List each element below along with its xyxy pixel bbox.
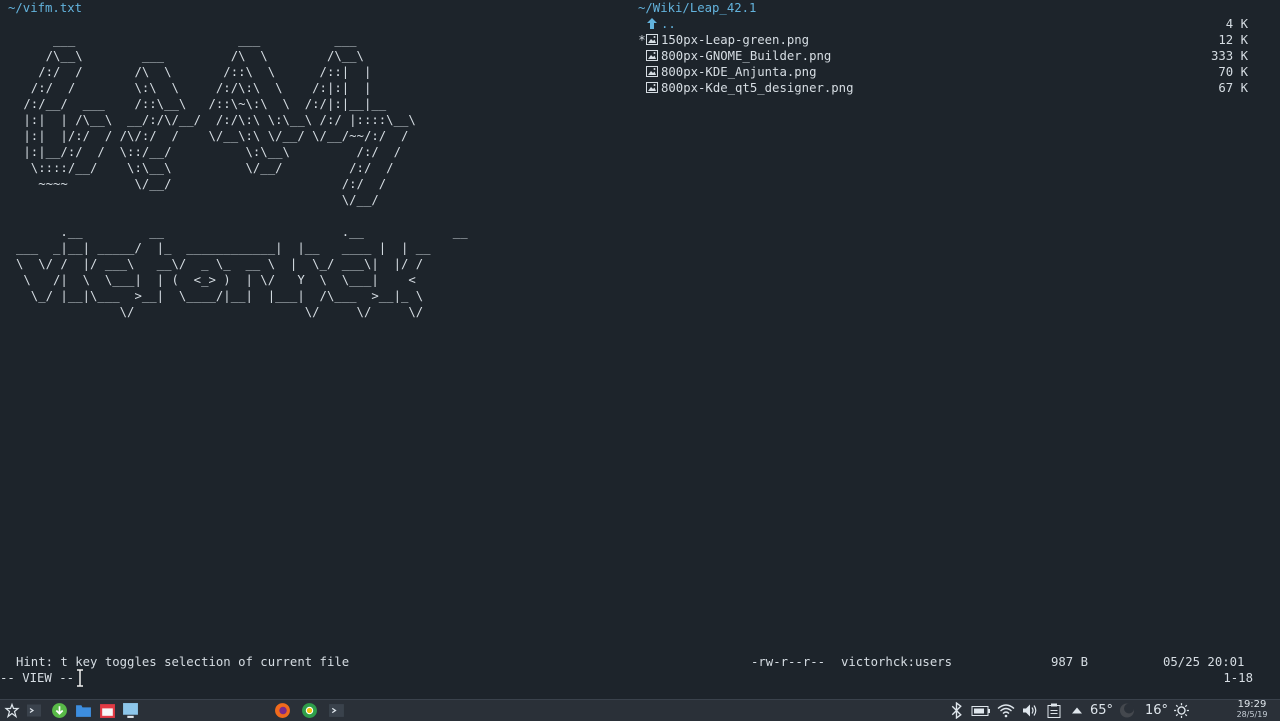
file-name: 800px-Kde_qt5_designer.png	[661, 81, 854, 95]
bluetooth-icon[interactable]	[950, 702, 963, 719]
terminal-task-icon[interactable]	[328, 702, 345, 719]
file-manager-icon[interactable]	[75, 702, 92, 719]
weather-moon-icon[interactable]	[1118, 702, 1136, 719]
calendar-icon[interactable]	[99, 702, 116, 719]
file-row[interactable]: 800px-KDE_Anjunta.png 70 K	[638, 64, 1248, 80]
status-bar: Hint: t key toggles selection of current…	[0, 654, 1280, 670]
file-row-parent[interactable]: .. 4 K	[638, 16, 1248, 32]
taskbar: 65° 16° 19:29 28/5/19	[0, 699, 1280, 721]
battery-icon[interactable]	[971, 702, 991, 719]
selection-mark: *	[638, 33, 646, 47]
file-row[interactable]: * 150px-Leap-green.png 12 K	[638, 32, 1248, 48]
hint-text: Hint: t key toggles selection of current…	[16, 655, 350, 669]
volume-icon[interactable]	[1021, 702, 1039, 719]
image-file-icon	[646, 34, 658, 45]
file-name: ..	[661, 17, 676, 31]
text-cursor-icon	[77, 669, 83, 687]
file-size: 70 K	[1218, 65, 1248, 79]
file-row[interactable]: 800px-GNOME_Builder.png 333 K	[638, 48, 1248, 64]
right-pane-path: ~/Wiki/Leap_42.1	[638, 1, 757, 15]
mode-indicator: -- VIEW --	[0, 671, 75, 685]
ascii-art-logo: ___ ___ ___ /\__\ ___ /\ \ /\__\ /:/ / /…	[23, 33, 416, 207]
file-size: 333 K	[1210, 49, 1248, 63]
clock-time: 19:29	[1237, 699, 1267, 710]
software-manager-icon[interactable]	[51, 702, 68, 719]
terminal-icon[interactable]	[26, 702, 42, 719]
file-name: 800px-KDE_Anjunta.png	[661, 65, 817, 79]
cpu-temperature: 65°	[1090, 703, 1114, 718]
file-size: 12 K	[1218, 33, 1248, 47]
weather-temperature: 16°	[1145, 703, 1169, 718]
image-file-icon	[646, 50, 658, 61]
image-file-icon	[646, 66, 658, 77]
chrome-icon[interactable]	[301, 702, 318, 719]
file-name: 800px-GNOME_Builder.png	[661, 49, 832, 63]
file-size-status: 987 B	[1051, 655, 1089, 669]
ascii-art-name: .__ __ .__ __ ___ _|__| _____/ |_ ______…	[16, 225, 468, 319]
up-arrow-icon	[647, 18, 657, 29]
file-name: 150px-Leap-green.png	[661, 33, 810, 47]
file-size: 4 K	[1225, 17, 1248, 31]
expand-tray-icon[interactable]	[1070, 702, 1084, 719]
file-permissions: -rw-r--r--	[751, 655, 826, 669]
image-file-icon	[646, 82, 658, 93]
left-pane-path: ~/vifm.txt	[8, 1, 83, 15]
file-date: 05/25 20:01	[1163, 655, 1245, 669]
brightness-icon[interactable]	[1173, 702, 1190, 719]
command-line[interactable]: -- VIEW -- 1-18	[0, 670, 1280, 686]
line-position: 1-18	[1223, 671, 1253, 685]
clock[interactable]: 19:29 28/5/19	[1232, 700, 1272, 720]
firefox-icon[interactable]	[274, 702, 291, 719]
file-owner: victorhck:users	[841, 655, 953, 669]
desktop-icon[interactable]	[122, 702, 139, 719]
wifi-icon[interactable]	[997, 702, 1015, 719]
terminal-window: ~/vifm.txt ~/Wiki/Leap_42.1 ___ ___ ___ …	[0, 0, 1280, 700]
clipboard-icon[interactable]	[1046, 702, 1062, 719]
file-row[interactable]: 800px-Kde_qt5_designer.png 67 K	[638, 80, 1248, 96]
start-menu-icon[interactable]	[4, 702, 20, 719]
clock-date: 28/5/19	[1236, 710, 1268, 719]
file-size: 67 K	[1218, 81, 1248, 95]
